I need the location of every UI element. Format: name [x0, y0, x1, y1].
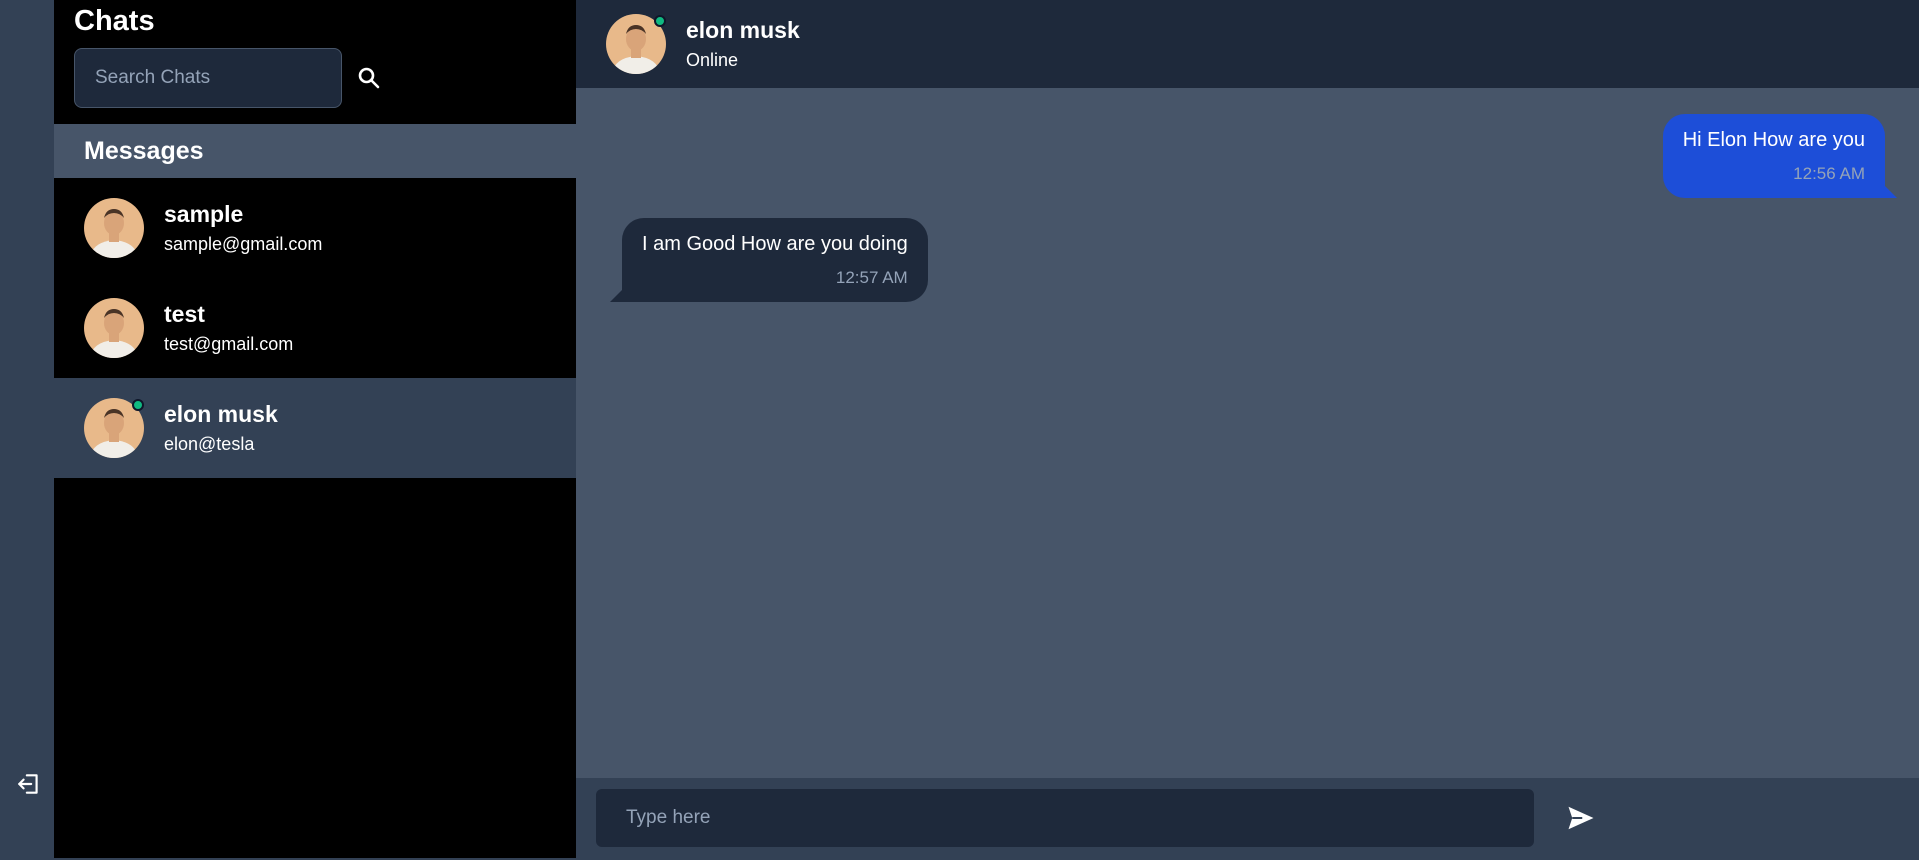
avatar [84, 198, 144, 258]
contact-email: elon@tesla [164, 434, 255, 454]
avatar [84, 398, 144, 458]
contact-text: elon musk elon@tesla [164, 400, 278, 456]
message-row-received: I am Good How are you doing 12:57 AM [610, 218, 1885, 302]
chat-contact-status: Online [686, 50, 739, 70]
contact-item-active[interactable]: elon musk elon@tesla [54, 378, 576, 478]
sidebar-title: Chats [74, 5, 155, 37]
message-input[interactable] [596, 789, 1534, 847]
contact-email: sample@gmail.com [164, 234, 323, 254]
message-time: 12:57 AM [835, 268, 908, 287]
send-button[interactable] [1564, 801, 1598, 835]
sidebar-top: Chats [54, 0, 576, 124]
contact-email: test@gmail.com [164, 334, 294, 354]
message-composer [576, 778, 1919, 858]
chat-contact-name: elon musk [686, 17, 800, 43]
avatar [84, 298, 144, 358]
message-text: Hi Elon How are you [1682, 129, 1865, 151]
contact-text: test test@gmail.com [164, 300, 293, 356]
avatar-image [84, 198, 144, 258]
contact-text: sample sample@gmail.com [164, 200, 322, 256]
chat-app: Chats Messages [0, 0, 1919, 858]
contact-name: elon musk [164, 401, 278, 427]
online-status-dot [132, 399, 144, 411]
message-text: I am Good How are you doing [642, 233, 908, 255]
search-button[interactable] [354, 63, 384, 93]
contact-item[interactable]: test test@gmail.com [54, 278, 576, 378]
contact-list: sample sample@gmail.com test test@gmail.… [54, 178, 576, 478]
chat-header-avatar [606, 14, 666, 74]
message-bubble-received: I am Good How are you doing 12:57 AM [610, 218, 928, 302]
messages-header: Messages [54, 124, 576, 178]
chat-header: elon musk Online [576, 0, 1919, 88]
message-thread: Hi Elon How are you 12:56 AM I am Good H… [576, 88, 1919, 778]
contact-item[interactable]: sample sample@gmail.com [54, 178, 576, 278]
icon-rail [0, 0, 54, 858]
avatar-image [84, 298, 144, 358]
chat-sidebar: Chats Messages [54, 0, 576, 858]
search-input[interactable] [74, 48, 342, 108]
search-row [74, 48, 556, 108]
logout-button[interactable] [14, 769, 44, 799]
chat-panel: elon musk Online Hi Elon How are you 12:… [576, 0, 1919, 858]
contact-name: test [164, 301, 205, 327]
contact-name: sample [164, 201, 244, 227]
send-icon [1568, 806, 1594, 830]
chat-header-text: elon musk Online [686, 16, 800, 72]
logout-icon [18, 774, 38, 794]
message-row-sent: Hi Elon How are you 12:56 AM [610, 114, 1898, 198]
search-icon [358, 67, 380, 89]
online-status-dot [654, 15, 666, 27]
message-time: 12:56 AM [1793, 164, 1865, 183]
message-bubble-sent: Hi Elon How are you 12:56 AM [1662, 114, 1898, 198]
